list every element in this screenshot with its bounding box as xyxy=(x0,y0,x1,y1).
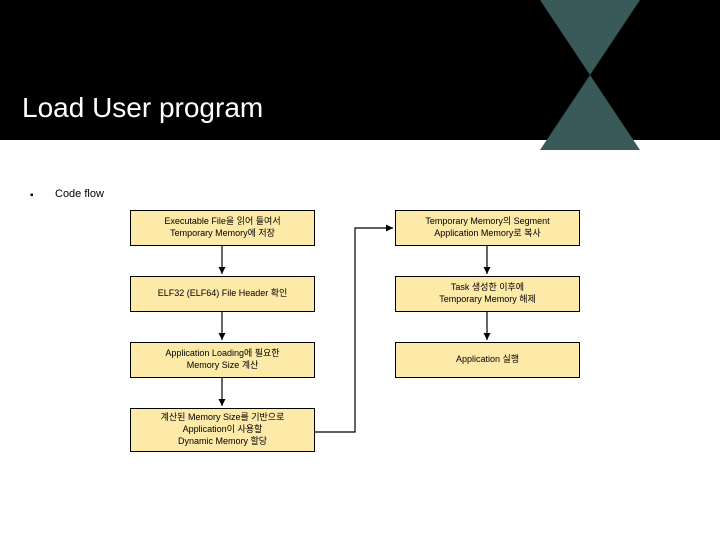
slide-header: Load User program xyxy=(0,0,720,140)
flow-column-right: Temporary Memory의 SegmentApplication Mem… xyxy=(395,210,580,378)
flow-box: Task 생성한 이후에Temporary Memory 해제 xyxy=(395,276,580,312)
flow-box: Application Loading에 필요한Memory Size 계산 xyxy=(130,342,315,378)
content-area: ▪ Code flow Executable File을 읽어 들여서Tempo… xyxy=(0,140,720,190)
bullet-icon: ▪ xyxy=(30,190,34,201)
flow-column-left: Executable File을 읽어 들여서Temporary Memory에… xyxy=(130,210,315,452)
slide-title: Load User program xyxy=(22,92,263,124)
decoration-triangle-bottom xyxy=(540,75,640,150)
flow-box: Executable File을 읽어 들여서Temporary Memory에… xyxy=(130,210,315,246)
section-label: Code flow xyxy=(55,188,104,200)
decoration-triangle-top xyxy=(540,0,640,75)
flow-box: Temporary Memory의 SegmentApplication Mem… xyxy=(395,210,580,246)
flow-box: ELF32 (ELF64) File Header 확인 xyxy=(130,276,315,312)
flow-box: 계산된 Memory Size를 기반으로Application이 사용할Dyn… xyxy=(130,408,315,452)
flow-arrows xyxy=(0,140,720,540)
flow-box: Application 실행 xyxy=(395,342,580,378)
